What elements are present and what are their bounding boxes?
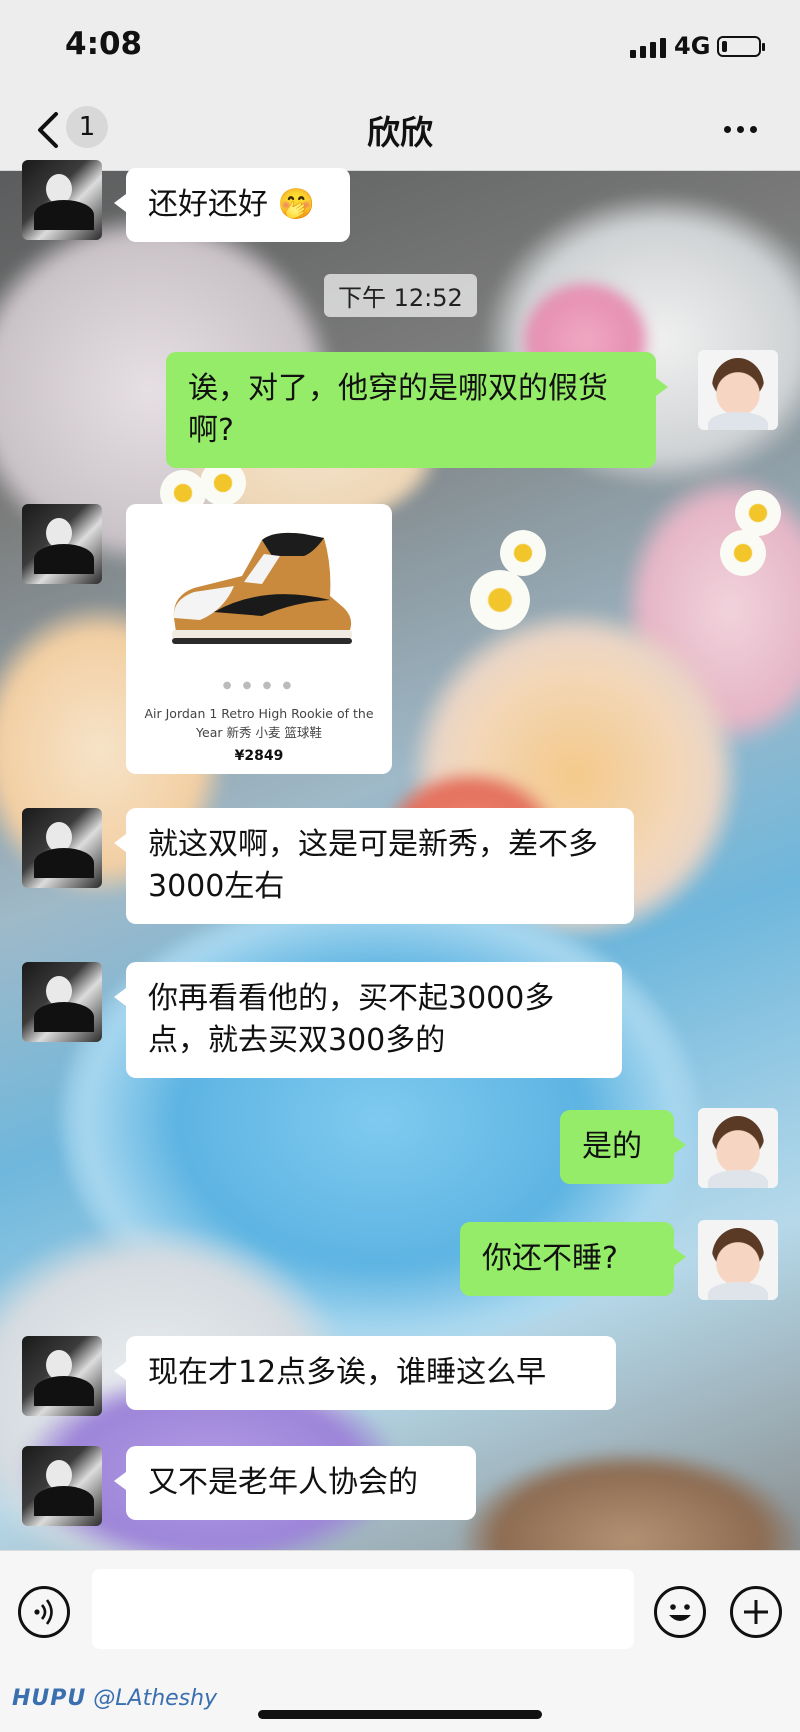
incoming-message[interactable]: 你再看看他的，买不起3000多点，就去买双300多的 bbox=[114, 962, 622, 1078]
my-avatar[interactable] bbox=[698, 1220, 778, 1300]
my-avatar[interactable] bbox=[698, 350, 778, 430]
incoming-message[interactable]: 现在才12点多诶，谁睡这么早 bbox=[114, 1336, 616, 1410]
carousel-dots: ● ● ● ● bbox=[222, 680, 296, 691]
status-bar: 4:08 4G bbox=[0, 0, 800, 92]
watermark-user: @LAtheshy bbox=[93, 1686, 218, 1711]
chat-title: 欣欣 bbox=[367, 113, 433, 152]
outgoing-message[interactable]: 是的 bbox=[560, 1110, 686, 1184]
more-functions-button[interactable] bbox=[730, 1586, 782, 1638]
contact-avatar[interactable] bbox=[22, 1446, 102, 1526]
voice-icon bbox=[34, 1599, 53, 1625]
more-options-button[interactable] bbox=[720, 118, 760, 138]
network-type: 4G bbox=[674, 32, 711, 60]
product-card[interactable]: ● ● ● ● Air Jordan 1 Retro High Rookie o… bbox=[126, 504, 392, 774]
incoming-message[interactable]: 又不是老年人协会的 bbox=[114, 1446, 476, 1520]
battery-icon bbox=[717, 36, 765, 57]
contact-avatar[interactable] bbox=[22, 504, 102, 584]
message-input[interactable] bbox=[92, 1569, 634, 1649]
emoji-button[interactable] bbox=[654, 1586, 706, 1638]
plus-icon bbox=[744, 1600, 768, 1624]
my-avatar[interactable] bbox=[698, 1108, 778, 1188]
incoming-message[interactable]: 还好还好 🤭 bbox=[114, 168, 350, 242]
contact-avatar[interactable] bbox=[22, 962, 102, 1042]
contact-avatar[interactable] bbox=[22, 808, 102, 888]
watermark: HUPU @LAtheshy bbox=[12, 1686, 217, 1711]
status-time: 4:08 bbox=[65, 26, 143, 62]
input-bar: HUPU @LAtheshy bbox=[0, 1550, 800, 1732]
product-price: ¥2849 bbox=[234, 748, 284, 764]
voice-input-button[interactable] bbox=[18, 1586, 70, 1638]
home-indicator bbox=[258, 1710, 542, 1719]
contact-avatar[interactable] bbox=[22, 160, 102, 240]
message-timestamp: 下午 12:52 bbox=[324, 274, 477, 317]
chat-header: 1 欣欣 bbox=[0, 92, 800, 171]
sneaker-image bbox=[172, 532, 352, 644]
watermark-brand: HUPU bbox=[12, 1686, 87, 1711]
incoming-message[interactable]: 就这双啊，这是可是新秀，差不多3000左右 bbox=[114, 808, 634, 924]
contact-avatar[interactable] bbox=[22, 1336, 102, 1416]
product-name: Air Jordan 1 Retro High Rookie of the Ye… bbox=[144, 706, 374, 740]
signal-icon bbox=[630, 38, 666, 58]
outgoing-message[interactable]: 诶，对了，他穿的是哪双的假货啊? bbox=[166, 352, 668, 468]
outgoing-message[interactable]: 你还不睡? bbox=[460, 1222, 686, 1296]
emoji-icon bbox=[669, 1604, 691, 1621]
